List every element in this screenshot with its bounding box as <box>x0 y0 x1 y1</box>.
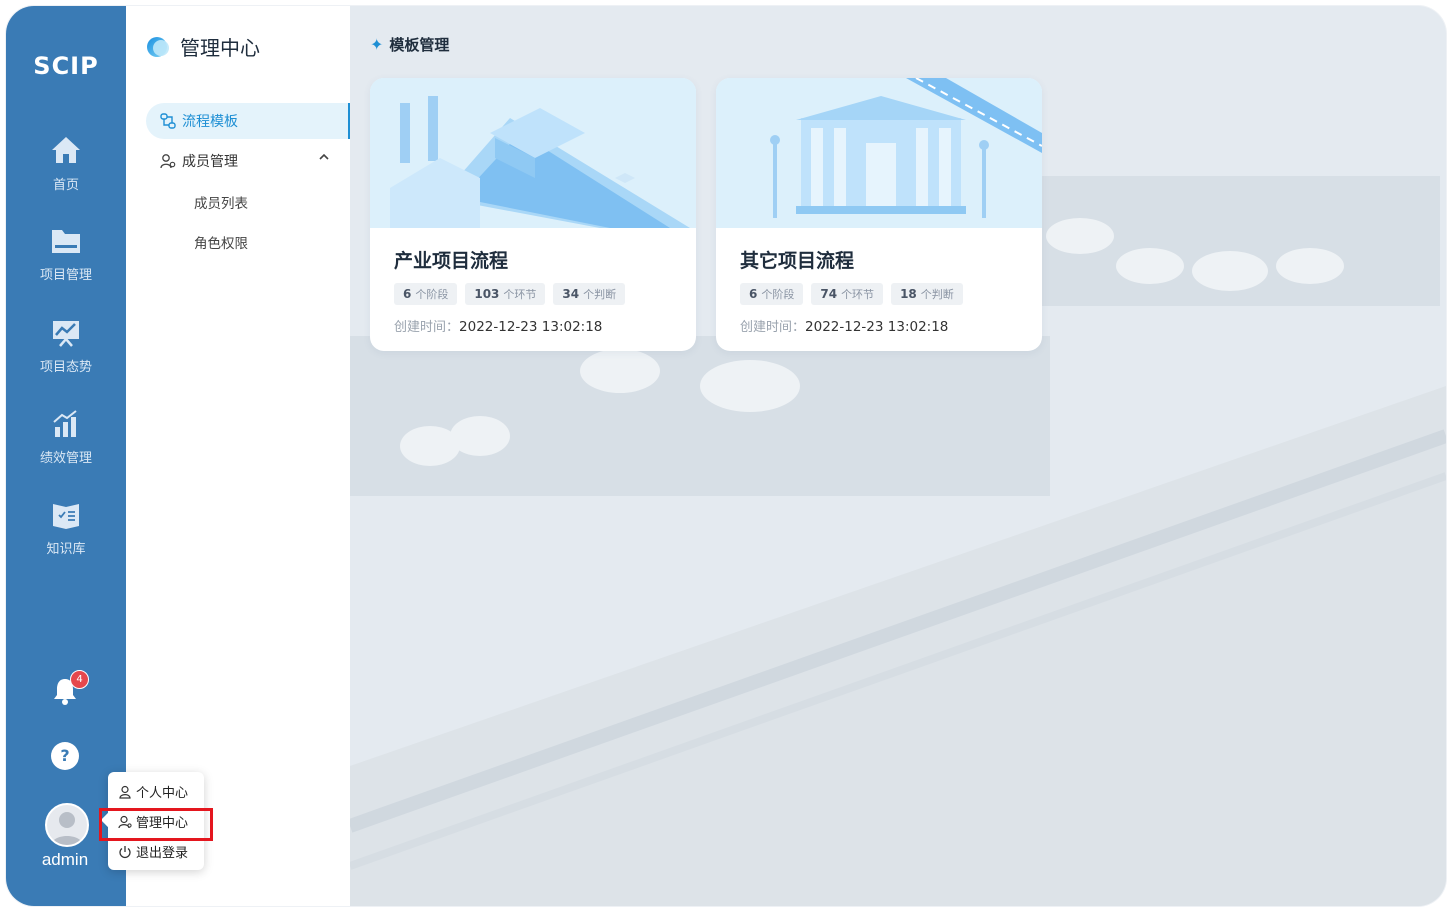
card-created: 创建时间：2022-12-23 13:02:18 <box>394 316 602 335</box>
highlight-box <box>99 808 213 841</box>
stat-steps-unit: 个环节 <box>841 288 875 301</box>
user-icon <box>119 785 131 799</box>
stat-judgments: 34 个判断 <box>553 283 626 305</box>
rail-item-label: 首页 <box>52 178 79 193</box>
stat-stages-unit: 个阶段 <box>415 288 449 301</box>
menu-item-member-list[interactable]: 成员列表 <box>194 192 248 212</box>
stat-steps-unit: 个环节 <box>503 288 537 301</box>
stat-steps-value: 103 <box>474 287 500 301</box>
created-label: 创建时间： <box>740 320 806 335</box>
section-title: 模板管理 <box>389 36 450 54</box>
page-title: 管理中心 <box>180 36 260 60</box>
menu-group-members[interactable]: 成员管理 <box>160 151 330 171</box>
flow-icon <box>160 113 176 129</box>
rail-item-home[interactable]: 首页 <box>6 134 126 193</box>
template-card-industry[interactable]: 产业项目流程 6 个阶段 103 个环节 34 个判断 创建时间：2022-12-23… <box>370 78 696 351</box>
rail-item-label: 项目态势 <box>39 360 92 375</box>
stat-judgments-unit: 个判断 <box>583 288 617 301</box>
sparkle-icon: ✦ <box>370 35 384 54</box>
home-icon <box>52 137 80 163</box>
rail-item-projects[interactable]: 项目管理 <box>6 226 126 283</box>
stat-stages: 6 个阶段 <box>394 283 458 305</box>
menu-group-label: 成员管理 <box>182 154 238 170</box>
created-value: 2022-12-23 13:02:18 <box>459 319 603 335</box>
sub-navigation: 管理中心 流程模板 成员管理 成员列表 角色权限 <box>126 6 350 906</box>
stat-judgments-unit: 个判断 <box>920 288 954 301</box>
card-created: 创建时间：2022-12-23 13:02:18 <box>740 316 948 335</box>
card-title: 产业项目流程 <box>394 250 509 272</box>
stat-stages-value: 6 <box>749 287 758 301</box>
stat-steps: 74 个环节 <box>811 283 884 305</box>
rail-item-label: 绩效管理 <box>39 451 92 466</box>
stat-steps-value: 74 <box>820 287 838 301</box>
created-label: 创建时间： <box>394 320 460 335</box>
app-window: SCIP 首页 项目管理 项目态势 绩效管理 知识库 4 ? admin 管理中… <box>6 6 1446 906</box>
template-card-other[interactable]: 其它项目流程 6 个阶段 74 个环节 18 个判断 创建时间：2022-12-23 … <box>716 78 1042 351</box>
notification-badge: 4 <box>70 670 89 689</box>
menu-item-label: 流程模板 <box>182 114 238 130</box>
folder-icon <box>52 230 80 253</box>
book-icon <box>53 504 79 529</box>
rail-item-knowledge[interactable]: 知识库 <box>6 500 126 557</box>
power-icon <box>119 845 131 858</box>
help-button[interactable]: ? <box>51 742 79 770</box>
user-silhouette-icon <box>51 812 83 845</box>
menu-item-process-template[interactable]: 流程模板 <box>146 103 350 139</box>
stat-stages-value: 6 <box>403 287 412 301</box>
menu-item-role-permissions[interactable]: 角色权限 <box>194 232 248 252</box>
trend-board-icon <box>53 321 79 347</box>
factory-illustration <box>370 78 696 228</box>
stat-steps: 103 个环节 <box>465 283 546 305</box>
menu-item-label: 退出登录 <box>136 846 189 861</box>
section-header: ✦ 模板管理 <box>370 34 449 55</box>
stat-judgments: 18 个判断 <box>891 283 963 305</box>
rail-item-label: 项目管理 <box>39 268 92 283</box>
main-content: ✦ 模板管理 产业项目流程 6 个阶段 103 个环节 34 个判断 创建时间：… <box>350 6 1446 906</box>
card-stats: 6 个阶段 103 个环节 34 个判断 <box>394 283 626 305</box>
menu-item-personal-center[interactable]: 个人中心 <box>118 782 188 801</box>
brand-orb-icon <box>147 36 169 57</box>
subnav-header: 管理中心 <box>146 32 260 61</box>
stat-stages: 6 个阶段 <box>740 283 804 305</box>
member-settings-icon <box>160 154 176 169</box>
menu-item-label: 个人中心 <box>136 786 189 801</box>
created-value: 2022-12-23 13:02:18 <box>805 319 949 335</box>
user-name[interactable]: admin <box>6 850 124 870</box>
avatar[interactable] <box>45 803 89 847</box>
rail-item-situation[interactable]: 项目态势 <box>6 318 126 375</box>
rail-item-performance[interactable]: 绩效管理 <box>6 409 126 466</box>
stat-judgments-value: 18 <box>900 287 917 301</box>
menu-item-logout[interactable]: 退出登录 <box>118 842 188 861</box>
stat-stages-unit: 个阶段 <box>761 288 795 301</box>
stat-judgments-value: 34 <box>562 287 580 301</box>
bar-chart-icon <box>53 410 77 437</box>
card-stats: 6 个阶段 74 个环节 18 个判断 <box>740 283 963 305</box>
main-rail: SCIP 首页 项目管理 项目态势 绩效管理 知识库 4 ? admin <box>6 6 126 906</box>
chevron-up-icon[interactable] <box>318 151 330 166</box>
card-title: 其它项目流程 <box>740 250 855 272</box>
app-logo[interactable]: SCIP <box>6 52 126 80</box>
rail-item-label: 知识库 <box>46 542 86 557</box>
government-building-illustration <box>716 78 1042 228</box>
